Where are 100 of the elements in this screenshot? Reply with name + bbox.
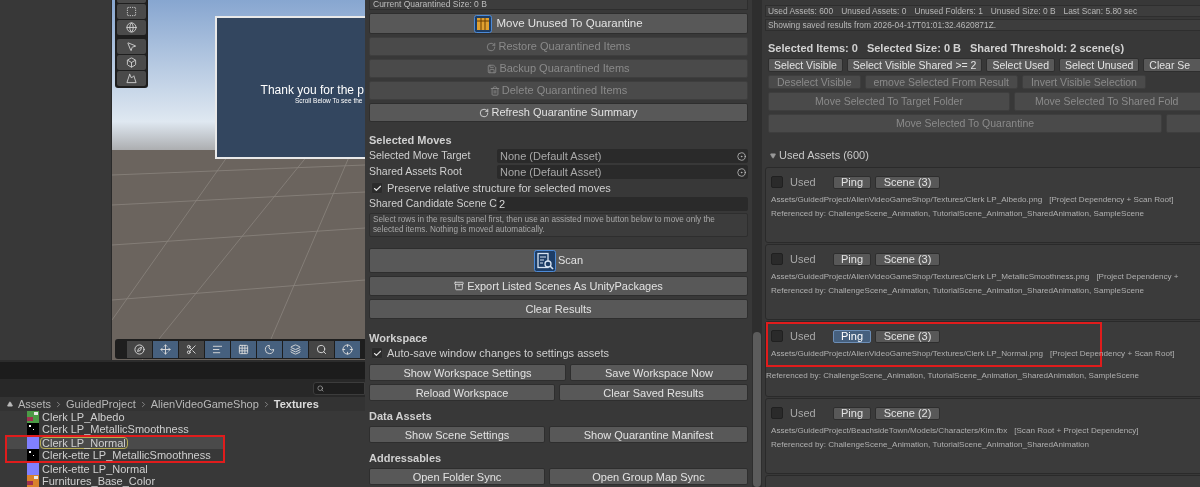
scan-button[interactable]: Scan: [369, 248, 748, 273]
action-button[interactable]: Reload Workspace: [369, 384, 555, 401]
target-icon: [737, 151, 746, 161]
tool-button[interactable]: [117, 20, 146, 35]
scene-button[interactable]: Scene (3): [875, 329, 940, 343]
rect-select-icon: [126, 6, 137, 17]
action-button[interactable]: Refresh Quarantine Summary: [369, 103, 748, 122]
toolbar-toggle[interactable]: [179, 340, 204, 358]
checkbox[interactable]: [771, 176, 783, 188]
stat-text: Unused Size: 0 B: [990, 4, 1056, 18]
action-button[interactable]: Export Listed Scenes As UnityPackages: [369, 276, 748, 296]
checkbox[interactable]: [771, 253, 783, 265]
action-button[interactable]: Move Unused To Quarantine: [369, 13, 748, 34]
number-field[interactable]: 2: [497, 197, 748, 211]
asset-tag: [Project Dependency +: [1096, 271, 1179, 282]
file-row[interactable]: Clerk-ette LP_Normal: [0, 463, 365, 475]
tool-button[interactable]: [117, 71, 146, 86]
action-button[interactable]: Show Workspace Settings: [369, 364, 566, 381]
action-button[interactable]: Clear Se: [1143, 58, 1200, 72]
field-value: None (Default Asset): [500, 164, 602, 180]
file-name: Furnitures_Base_Color: [41, 475, 157, 487]
file-name: Clerk LP_Albedo: [41, 411, 126, 423]
action-button[interactable]: Open Group Map Sync: [549, 468, 748, 485]
scrollbar-thumb[interactable]: [753, 332, 761, 487]
rotate-icon: [486, 41, 497, 52]
tool-button[interactable]: [117, 39, 146, 54]
breadcrumb-item[interactable]: AlienVideoGameShop: [150, 395, 259, 413]
action-button[interactable]: Select Unused: [1059, 58, 1140, 72]
reference-list: Referenced by: ChallengeScene_Animation, TutorialScene_Animation_SharedAnimation, SampleScene: [766, 370, 1200, 381]
asset-path: Assets/GuidedProject/AlienVideoGameShop/Textures/Clerk LP_Albedo.png: [771, 194, 1043, 205]
scene-button[interactable]: Scene (2): [875, 406, 940, 420]
checkbox[interactable]: [771, 407, 783, 419]
breadcrumb-item[interactable]: Textures: [273, 395, 319, 413]
action-button[interactable]: Open Folder Sync: [369, 468, 545, 485]
action-button[interactable]: Clear Saved Results: [559, 384, 748, 401]
document-search-icon: [533, 249, 556, 272]
scroll-up-icon: [7, 401, 13, 407]
ping-button[interactable]: Ping: [833, 252, 871, 266]
ping-button[interactable]: Ping: [833, 175, 871, 189]
field-label: Selected Move Target: [369, 148, 472, 164]
ping-button[interactable]: Ping: [833, 406, 871, 420]
asset-tag: [Project Dependency + Scan Root]: [1049, 194, 1174, 205]
toolbar-toggle[interactable]: [283, 340, 308, 358]
section-heading: Data Assets: [369, 410, 433, 422]
action-button[interactable]: Save Workspace Now: [570, 364, 748, 381]
stat-text: Used Assets: 600: [768, 4, 834, 18]
action-button[interactable]: Select Used: [986, 58, 1056, 72]
file-name: Clerk-ette LP_MetallicSmoothness: [41, 449, 212, 461]
scene-button[interactable]: Scene (3): [875, 252, 940, 266]
layers-icon: [290, 343, 301, 355]
crosshair-icon: [342, 343, 353, 355]
file-name: Clerk LP_MetallicSmoothness: [41, 423, 190, 435]
toolbar-toggle[interactable]: [257, 340, 282, 358]
file-row[interactable]: Clerk-ette LP_MetallicSmoothness: [7, 449, 223, 461]
tool-button[interactable]: [117, 4, 146, 19]
toolbar-toggle[interactable]: [127, 340, 152, 358]
action-button[interactable]: Show Scene Settings: [369, 426, 545, 443]
toolbar-toggle[interactable]: [309, 340, 334, 358]
texture-thumbnail: [27, 449, 39, 461]
action-button[interactable]: Clear Results: [369, 299, 748, 319]
toolbar-toggle[interactable]: [205, 340, 230, 358]
align-icon: [212, 343, 223, 355]
scene-button[interactable]: Scene (3): [875, 175, 940, 189]
stat-text: Unused Folders: 1: [914, 4, 983, 18]
file-row[interactable]: Clerk LP_Normal: [7, 437, 223, 449]
status-label: Used: [790, 174, 817, 190]
archive-icon: [454, 281, 465, 291]
checkbox[interactable]: [371, 347, 383, 359]
breadcrumb-item[interactable]: GuidedProject: [66, 395, 136, 413]
toolbar-toggle[interactable]: [231, 340, 256, 358]
toolbar-toggle[interactable]: [335, 340, 360, 358]
reference-list: Referenced by: ChallengeScene_Animation, TutorialScene_Animation_SharedAnimation, SampleScene: [771, 285, 1200, 296]
field-value: None (Default Asset): [500, 148, 602, 164]
toolbar-toggle[interactable]: [153, 340, 178, 358]
rotate-icon: [479, 107, 490, 118]
canvas-title: Thank you for the p: [260, 82, 364, 98]
checkbox[interactable]: [771, 330, 783, 342]
stat-text: Last Scan: 5.80 sec: [1063, 4, 1138, 18]
foldout-icon[interactable]: [770, 152, 776, 159]
search-icon: [317, 384, 324, 392]
checkbox[interactable]: [371, 182, 383, 194]
action-button[interactable]: Select Visible: [768, 58, 843, 72]
file-row[interactable]: Clerk LP_MetallicSmoothness: [0, 423, 365, 435]
breadcrumb-item[interactable]: Assets: [18, 395, 51, 413]
section-heading: Selected Moves: [369, 134, 453, 147]
field-label: Shared Assets Root: [369, 164, 463, 180]
help-text: Select rows in the results panel first, then use an assisted move button below to move only the selected items. Nothing is moved automatically.: [369, 213, 748, 237]
search-field[interactable]: [313, 381, 365, 395]
file-row[interactable]: Furnitures_Base_Color: [0, 475, 365, 487]
tool-button[interactable]: [117, 55, 146, 70]
chevron-icon: [54, 399, 63, 409]
cube-icon: [126, 57, 137, 68]
action-button[interactable]: Show Quarantine Manifest: [549, 426, 748, 443]
object-field[interactable]: None (Default Asset): [497, 149, 748, 163]
action-button[interactable]: Select Visible Shared >= 2: [846, 58, 983, 72]
file-row[interactable]: Clerk LP_Albedo: [0, 411, 365, 423]
object-field[interactable]: None (Default Asset): [497, 165, 748, 179]
ping-button[interactable]: Ping: [833, 329, 871, 343]
info-box: Showing saved results from 2026-04-17T01:01:32.4620871Z.: [765, 19, 1200, 31]
asset-path: Assets/GuidedProject/AlienVideoGameShop/Textures/Clerk LP_Normal.png: [771, 348, 1044, 359]
